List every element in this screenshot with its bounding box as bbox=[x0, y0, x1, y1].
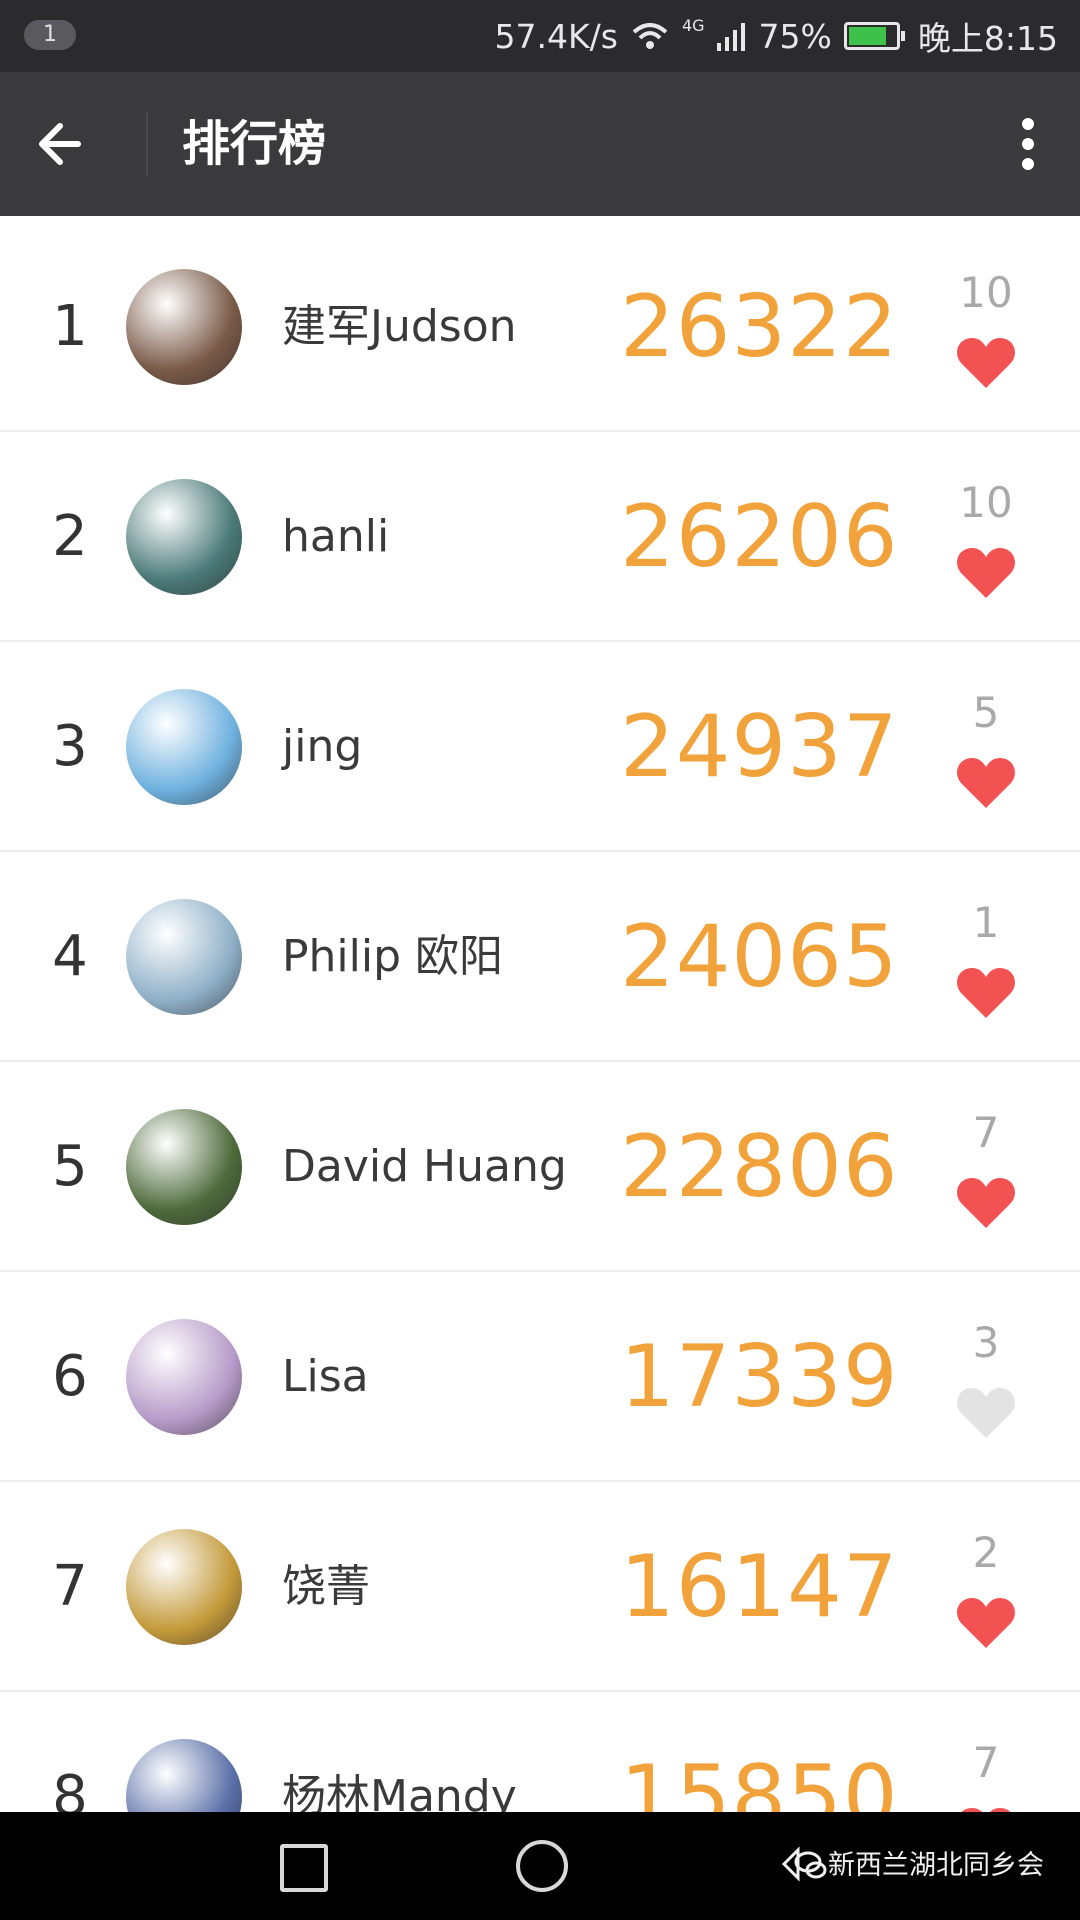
app-bar-divider bbox=[146, 112, 148, 176]
rank-number: 1 bbox=[52, 294, 88, 359]
like-count: 10 bbox=[959, 268, 1013, 317]
user-name: David Huang bbox=[282, 1141, 567, 1192]
user-name: jing bbox=[282, 721, 363, 772]
rank-number: 4 bbox=[52, 924, 88, 989]
like-count: 7 bbox=[972, 1108, 1000, 1157]
arrow-left-icon bbox=[39, 123, 81, 165]
leaderboard-row[interactable]: 3 jing 24937 5 bbox=[0, 642, 1080, 852]
app-bar: 排行榜 bbox=[0, 72, 1080, 216]
leaderboard-list[interactable]: 1 建军Judson 26322 10 2 hanli 26206 10 3 jing 24937 5… bbox=[0, 222, 1080, 1812]
avatar[interactable] bbox=[126, 1739, 242, 1812]
step-score: 17339 bbox=[620, 1327, 899, 1427]
user-name: 建军Judson bbox=[282, 301, 517, 352]
user-name: 饶菁 bbox=[282, 1561, 370, 1612]
back-button[interactable] bbox=[32, 108, 112, 180]
user-name: hanli bbox=[282, 511, 390, 562]
heart-icon[interactable] bbox=[956, 1386, 1016, 1440]
watermark-text: 新西兰湖北同乡会 bbox=[828, 1850, 1044, 1881]
home-button[interactable] bbox=[516, 1840, 568, 1892]
step-score: 26322 bbox=[620, 277, 899, 377]
avatar[interactable] bbox=[126, 1319, 242, 1435]
clock: 晚上8:15 bbox=[917, 19, 1058, 58]
like-count: 5 bbox=[972, 688, 1000, 737]
like-count: 10 bbox=[959, 478, 1013, 527]
heart-icon[interactable] bbox=[956, 1596, 1016, 1650]
rank-number: 2 bbox=[52, 504, 88, 569]
heart-icon[interactable] bbox=[956, 546, 1016, 600]
user-name: 杨林Mandy bbox=[282, 1771, 517, 1812]
status-bar: 1 57.4K/s 4G 75% 晚上8:15 bbox=[0, 0, 1080, 72]
heart-icon[interactable] bbox=[956, 756, 1016, 810]
heart-icon[interactable] bbox=[956, 336, 1016, 390]
step-score: 26206 bbox=[620, 487, 899, 587]
battery-percent: 75% bbox=[758, 16, 832, 56]
step-score: 16147 bbox=[620, 1537, 899, 1637]
more-options-button[interactable] bbox=[1000, 108, 1056, 180]
like-count: 3 bbox=[972, 1318, 1000, 1367]
wechat-icon bbox=[781, 1846, 827, 1882]
avatar[interactable] bbox=[126, 899, 242, 1015]
step-score: 15850 bbox=[620, 1747, 899, 1812]
leaderboard-row[interactable]: 1 建军Judson 26322 10 bbox=[0, 222, 1080, 432]
like-count: 1 bbox=[972, 898, 1000, 947]
leaderboard-row[interactable]: 8 杨林Mandy 15850 7 bbox=[0, 1692, 1080, 1812]
step-score: 24065 bbox=[620, 907, 899, 1007]
rank-number: 3 bbox=[52, 714, 88, 779]
page-title: 排行榜 bbox=[182, 116, 327, 172]
like-count: 2 bbox=[972, 1528, 1000, 1577]
user-name: Lisa bbox=[282, 1351, 369, 1402]
heart-icon[interactable] bbox=[956, 1176, 1016, 1230]
user-name: Philip 欧阳 bbox=[282, 931, 504, 982]
signal-icon bbox=[716, 23, 745, 51]
network-type: 4G bbox=[681, 16, 705, 35]
leaderboard-row[interactable]: 2 hanli 26206 10 bbox=[0, 432, 1080, 642]
avatar[interactable] bbox=[126, 689, 242, 805]
leaderboard-row[interactable]: 4 Philip 欧阳 24065 1 bbox=[0, 852, 1080, 1062]
rank-number: 7 bbox=[52, 1554, 88, 1619]
rank-number: 5 bbox=[52, 1134, 88, 1199]
step-score: 24937 bbox=[620, 697, 899, 797]
leaderboard-row[interactable]: 6 Lisa 17339 3 bbox=[0, 1272, 1080, 1482]
heart-icon[interactable] bbox=[956, 966, 1016, 1020]
net-speed: 57.4K/s bbox=[494, 16, 618, 56]
avatar[interactable] bbox=[126, 269, 242, 385]
wifi-icon bbox=[632, 23, 668, 49]
navigation-bar: 新西兰湖北同乡会 bbox=[0, 1812, 1080, 1920]
like-count: 7 bbox=[972, 1738, 1000, 1787]
notification-badge: 1 bbox=[24, 20, 76, 50]
avatar[interactable] bbox=[126, 479, 242, 595]
more-vertical-icon bbox=[1022, 118, 1034, 170]
avatar[interactable] bbox=[126, 1529, 242, 1645]
rank-number: 8 bbox=[52, 1764, 88, 1812]
status-right: 57.4K/s 4G 75% 晚上8:15 bbox=[495, 0, 1058, 72]
leaderboard-row[interactable]: 5 David Huang 22806 7 bbox=[0, 1062, 1080, 1272]
rank-number: 6 bbox=[52, 1344, 88, 1409]
step-score: 22806 bbox=[620, 1117, 899, 1217]
avatar[interactable] bbox=[126, 1109, 242, 1225]
leaderboard-row[interactable]: 7 饶菁 16147 2 bbox=[0, 1482, 1080, 1692]
battery-icon bbox=[843, 22, 905, 50]
recents-button[interactable] bbox=[280, 1844, 328, 1892]
